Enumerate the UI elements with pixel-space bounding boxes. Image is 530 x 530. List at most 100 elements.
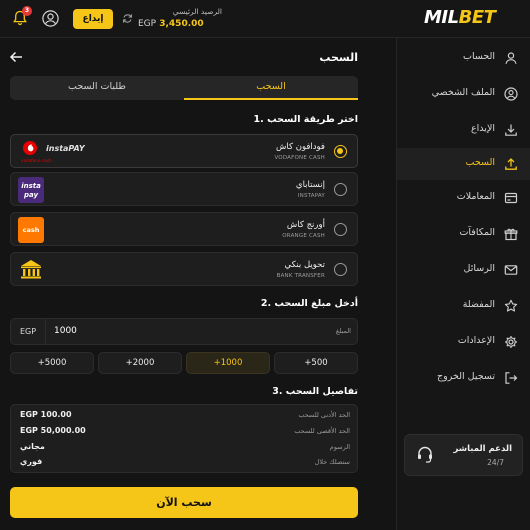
method-bank-transfer[interactable]: تحويل بنكي BANK TRANSFER [10, 252, 358, 286]
balance-amount: 3,450.00 [159, 19, 204, 29]
sidebar-item-label: تسجيل الخروج [437, 371, 495, 382]
amount-field[interactable]: EGP 1000 المبلغ [10, 318, 358, 345]
section-title-method: 1. اختر طريقة السحب [253, 114, 358, 125]
sidebar-item-logout[interactable]: تسجيل الخروج [397, 362, 530, 394]
detail-label: الحد الأدنى للسحب [298, 411, 350, 419]
detail-row-min: EGP 100.00 الحد الأدنى للسحب [20, 410, 350, 424]
detail-row-max: EGP 50,000.00 الحد الأقصى للسحب [20, 426, 350, 440]
orange-cash-logo: cash [18, 217, 44, 243]
method-subtitle: INSTAPAY [297, 193, 325, 199]
method-instapay[interactable]: insta pay إنستاباي INSTAPAY [10, 172, 358, 206]
sidebar-item-label: الإيداع [471, 123, 495, 134]
sidebar-item-withdraw[interactable]: السحب [397, 148, 530, 180]
sidebar-item-favorites[interactable]: المفضلة [397, 290, 530, 322]
radio-vodafone[interactable] [334, 145, 347, 158]
top-header: 3 إيداع الرصيد الرئيسي EGP 3,450.00 MILB… [0, 0, 530, 38]
headset-icon [418, 446, 432, 463]
sidebar-item-account[interactable]: الحساب [397, 42, 530, 74]
upload-icon [505, 158, 517, 170]
logo-bet: BET [458, 7, 496, 28]
balance-currency: EGP [138, 19, 157, 29]
detail-value: فوري [20, 457, 43, 466]
quick-amount-1000[interactable]: +1000 [186, 352, 270, 374]
balance-label: الرصيد الرئيسي [172, 7, 222, 16]
amount-input[interactable]: 1000 [54, 319, 77, 344]
transactions-icon [504, 192, 518, 204]
back-arrow-icon[interactable] [9, 50, 23, 64]
insta-text: insta [21, 182, 41, 190]
sidebar-item-bonuses[interactable]: المكافآت [397, 218, 530, 250]
detail-label: ستصلك خلال [314, 458, 350, 466]
method-orange-cash[interactable]: cash أورنج كاش ORANGE CASH [10, 212, 358, 246]
withdraw-now-button[interactable]: سحب الآن [10, 487, 358, 518]
amount-currency: EGP [11, 319, 46, 344]
withdraw-details: EGP 100.00 الحد الأدنى للسحب EGP 50,000.… [10, 404, 358, 473]
logout-icon [505, 372, 518, 384]
detail-value: EGP 50,000.00 [20, 426, 86, 435]
method-subtitle: VODAFONE CASH [274, 155, 325, 161]
logo-mil: MIL [424, 7, 459, 28]
withdraw-tabs: طلبات السحب السحب [10, 76, 358, 100]
orange-cash-text: cash [23, 226, 40, 234]
sidebar-item-label: الرسائل [463, 263, 495, 274]
tab-withdraw[interactable]: السحب [184, 76, 358, 100]
refresh-icon[interactable] [122, 13, 133, 24]
detail-row-fees: مجاني الرسوم [20, 442, 350, 456]
detail-row-eta: فوري ستصلك خلال [20, 457, 350, 471]
detail-label: الرسوم [329, 443, 350, 451]
sidebar-item-label: المكافآت [459, 227, 495, 238]
sidebar-item-profile[interactable]: الملف الشخصي [397, 78, 530, 110]
user-icon [505, 52, 517, 64]
section-title-details: 3. تفاصيل السحب [272, 386, 358, 397]
vodafone-cash-text: vodafone cash [21, 158, 52, 163]
tab-withdraw-requests[interactable]: طلبات السحب [10, 76, 184, 100]
amount-label: المبلغ [335, 327, 351, 335]
sidebar-item-label: السحب [465, 157, 495, 168]
method-vodafone-cash[interactable]: vodafone cash instaPAY فودافون كاش VODAF… [10, 134, 358, 168]
pay-text: pay [23, 191, 39, 199]
gift-icon [504, 228, 518, 241]
milbet-logo[interactable]: MILBET [424, 7, 496, 28]
sidebar-item-transactions[interactable]: المعاملات [397, 182, 530, 214]
sidebar-item-label: المعاملات [456, 191, 495, 202]
detail-value: EGP 100.00 [20, 410, 72, 419]
download-icon [505, 124, 517, 136]
radio-bank[interactable] [334, 263, 347, 276]
radio-orange[interactable] [334, 223, 347, 236]
sidebar-item-label: الحساب [463, 51, 495, 62]
page-title: السحب [319, 51, 358, 64]
mail-icon [504, 265, 518, 275]
bank-icon [21, 260, 41, 279]
section-title-amount: 2. أدخل مبلغ السحب [260, 298, 358, 309]
sidebar-item-deposit[interactable]: الإيداع [397, 114, 530, 146]
method-subtitle: BANK TRANSFER [276, 273, 325, 279]
method-name: فودافون كاش [275, 142, 325, 152]
balance-value: EGP 3,450.00 [138, 19, 204, 29]
quick-amount-500[interactable]: +500 [274, 352, 358, 374]
notification-badge: 3 [22, 6, 32, 16]
sidebar-item-settings[interactable]: الإعدادات [397, 326, 530, 358]
quick-amount-5000[interactable]: +5000 [10, 352, 94, 374]
support-title: الدعم المباشر [453, 444, 512, 454]
gear-icon [505, 336, 517, 348]
sidebar-item-label: الملف الشخصي [431, 87, 495, 98]
instapay-logo: insta pay [18, 177, 44, 203]
deposit-button[interactable]: إيداع [73, 9, 113, 29]
vodafone-instapay-logo: vodafone cash instaPAY [21, 141, 86, 163]
profile-icon [504, 87, 518, 101]
sidebar-item-label: المفضلة [462, 299, 495, 310]
method-subtitle: ORANGE CASH [282, 233, 325, 239]
star-icon [504, 299, 518, 312]
live-support-card[interactable]: الدعم المباشر 24/7 [404, 434, 523, 476]
instapay-logo-text: instaPAY [46, 144, 86, 153]
withdraw-panel: السحب طلبات السحب السحب 1. اختر طريقة ال… [0, 38, 396, 530]
support-hours: 24/7 [487, 458, 504, 467]
quick-amount-2000[interactable]: +2000 [98, 352, 182, 374]
detail-value: مجاني [20, 442, 45, 451]
user-icon[interactable] [42, 10, 59, 27]
sidebar-item-messages[interactable]: الرسائل [397, 254, 530, 286]
method-name: إنستاباي [295, 180, 325, 190]
radio-instapay[interactable] [334, 183, 347, 196]
detail-label: الحد الأقصى للسحب [294, 427, 350, 435]
sidebar-item-label: الإعدادات [457, 335, 495, 346]
